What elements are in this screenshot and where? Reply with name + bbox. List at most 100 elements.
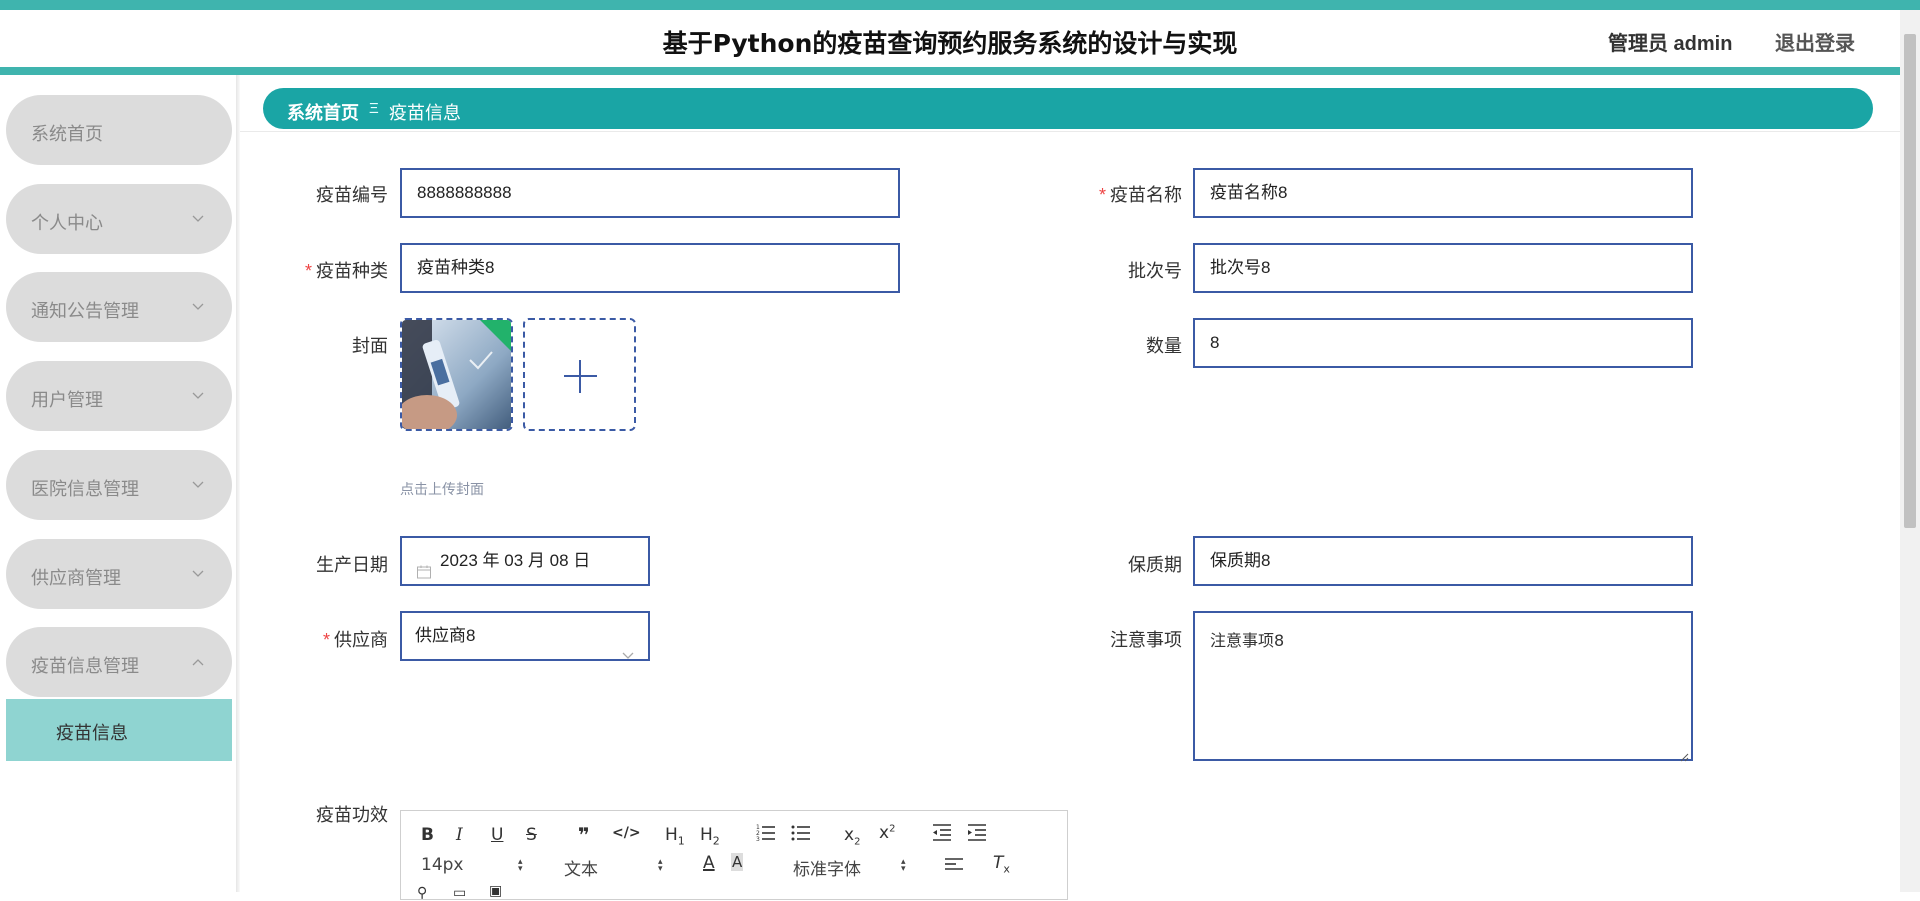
ordered-list-icon[interactable]: 123	[756, 823, 776, 846]
label-text: 疫苗编号	[316, 185, 388, 205]
required-mark: *	[322, 630, 330, 650]
blockquote-icon[interactable]: ❞	[578, 823, 590, 847]
link-icon[interactable]: ⚲	[417, 885, 427, 901]
vaccine-name-label: * 疫苗名称	[1052, 181, 1182, 207]
select-arrows-icon: ▴ ▾	[518, 856, 523, 873]
supplier-select[interactable]: 供应商8	[400, 611, 650, 661]
resize-handle-icon[interactable]	[1679, 747, 1689, 762]
video-icon[interactable]: ▣	[489, 883, 502, 899]
sidebar-item-label: 医院信息管理	[31, 479, 139, 499]
sidebar-item-vaccine-management[interactable]: 疫苗信息管理	[6, 627, 232, 697]
sidebar-subitem-vaccine-info[interactable]: 疫苗信息	[6, 699, 232, 761]
chevron-down-icon	[192, 476, 204, 488]
chevron-up-icon	[192, 653, 204, 666]
sidebar-item-label: 通知公告管理	[31, 301, 139, 321]
chevron-down-icon	[192, 210, 204, 222]
breadcrumb-home[interactable]: 系统首页	[287, 99, 359, 125]
sidebar-item-personal-center[interactable]: 个人中心	[6, 184, 232, 254]
header: 基于Python的疫苗查询预约服务系统的设计与实现 管理员 admin 退出登录	[0, 10, 1900, 67]
cover-label: 封面	[258, 332, 388, 358]
breadcrumb: 系统首页 Ξ 疫苗信息	[263, 88, 1873, 129]
shelf-life-label: 保质期	[1052, 551, 1182, 577]
vaccine-name-input[interactable]: 疫苗名称8	[1193, 168, 1693, 218]
page-scrollbar[interactable]	[1900, 10, 1920, 892]
select-arrows-icon: ▴ ▾	[658, 856, 663, 873]
align-left-icon[interactable]	[944, 856, 964, 877]
vaccine-type-input[interactable]: 疫苗种类8	[400, 243, 900, 293]
notes-label: 注意事项	[1052, 626, 1182, 652]
sidebar-item-notice-management[interactable]: 通知公告管理	[6, 272, 232, 342]
label-text: 疫苗名称	[1110, 185, 1182, 205]
text-type-select[interactable]: 文本	[564, 855, 598, 880]
vaccine-type-label: * 疫苗种类	[258, 257, 388, 283]
required-mark: *	[304, 261, 312, 281]
sidebar-item-label: 个人中心	[31, 213, 103, 233]
sidebar-item-label: 供应商管理	[31, 568, 121, 588]
production-date-label: 生产日期	[258, 551, 388, 577]
indent-icon[interactable]	[967, 823, 987, 846]
production-date-value: 2023 年 03 月 08 日	[440, 551, 591, 570]
label-text: 数量	[1146, 336, 1182, 356]
image-icon[interactable]: ▭	[453, 885, 466, 901]
scrollbar-thumb[interactable]	[1904, 34, 1916, 528]
notes-textarea[interactable]: 注意事项8	[1193, 611, 1693, 762]
efficacy-rich-editor[interactable]: B I U S ❞ </> H1 H2 123 x2 x2 14px ▴ ▾ 文本…	[400, 810, 1068, 901]
sidebar-subitem-label: 疫苗信息	[56, 723, 128, 743]
label-text: 保质期	[1128, 555, 1182, 575]
sidebar-item-label: 疫苗信息管理	[31, 656, 139, 676]
sidebar-item-supplier-management[interactable]: 供应商管理	[6, 539, 232, 609]
font-size-select[interactable]: 14px	[421, 855, 463, 875]
supplier-label: * 供应商	[258, 626, 388, 652]
vaccine-code-input[interactable]: 8888888888	[400, 168, 900, 218]
sidebar-item-user-management[interactable]: 用户管理	[6, 361, 232, 431]
label-text: 封面	[352, 336, 388, 356]
sidebar-item-label: 用户管理	[31, 390, 103, 410]
batch-no-input[interactable]: 批次号8	[1193, 243, 1693, 293]
bullet-list-icon[interactable]	[791, 823, 811, 846]
header-bottom-strip	[0, 67, 1900, 75]
label-text: 生产日期	[316, 555, 388, 575]
efficacy-label: 疫苗功效	[258, 801, 388, 827]
code-block-icon[interactable]: </>	[612, 825, 641, 841]
sidebar-item-hospital-management[interactable]: 医院信息管理	[6, 450, 232, 520]
calendar-icon	[416, 552, 432, 579]
quantity-input[interactable]: 8	[1193, 318, 1693, 368]
chevron-down-icon	[192, 298, 204, 310]
header-top-strip	[0, 0, 1920, 10]
heading-1-icon[interactable]: H1	[665, 825, 685, 847]
select-arrows-icon: ▴ ▾	[901, 856, 906, 873]
strikethrough-icon[interactable]: S	[526, 825, 537, 845]
cover-upload-button[interactable]	[523, 318, 636, 431]
sidebar-divider	[236, 75, 240, 892]
breadcrumb-separator-icon: Ξ	[369, 100, 379, 117]
subscript-icon[interactable]: x2	[844, 825, 860, 847]
breadcrumb-current: 疫苗信息	[389, 103, 461, 123]
font-family-select[interactable]: 标准字体	[793, 855, 861, 880]
logout-link[interactable]: 退出登录	[1775, 27, 1855, 56]
superscript-icon[interactable]: x2	[879, 823, 895, 843]
chevron-down-icon	[192, 387, 204, 399]
cover-image-thumbnail[interactable]	[400, 318, 513, 431]
cover-upload-hint: 点击上传封面	[400, 481, 484, 497]
clear-format-icon[interactable]: Tx	[993, 853, 1010, 875]
label-text: 注意事项	[1110, 630, 1182, 650]
italic-icon[interactable]: I	[456, 825, 463, 845]
font-color-icon[interactable]: A	[703, 853, 715, 873]
vaccine-photo-image	[402, 320, 511, 429]
chevron-down-icon	[192, 565, 204, 577]
sidebar-item-home[interactable]: 系统首页	[6, 95, 232, 165]
background-color-icon[interactable]: A	[731, 853, 744, 871]
label-text: 批次号	[1128, 261, 1182, 281]
admin-user-label: 管理员 admin	[1608, 33, 1733, 55]
sidebar-item-label: 系统首页	[31, 124, 103, 144]
shelf-life-input[interactable]: 保质期8	[1193, 536, 1693, 586]
content-divider	[240, 131, 1900, 132]
bold-icon[interactable]: B	[421, 825, 434, 845]
outdent-icon[interactable]	[932, 823, 952, 846]
batch-no-label: 批次号	[1052, 257, 1182, 283]
underline-icon[interactable]: U	[491, 825, 503, 845]
production-date-picker[interactable]: 2023 年 03 月 08 日	[400, 536, 650, 586]
plus-icon-vertical	[579, 360, 581, 393]
heading-2-icon[interactable]: H2	[700, 825, 720, 847]
label-text: 供应商	[334, 630, 388, 650]
